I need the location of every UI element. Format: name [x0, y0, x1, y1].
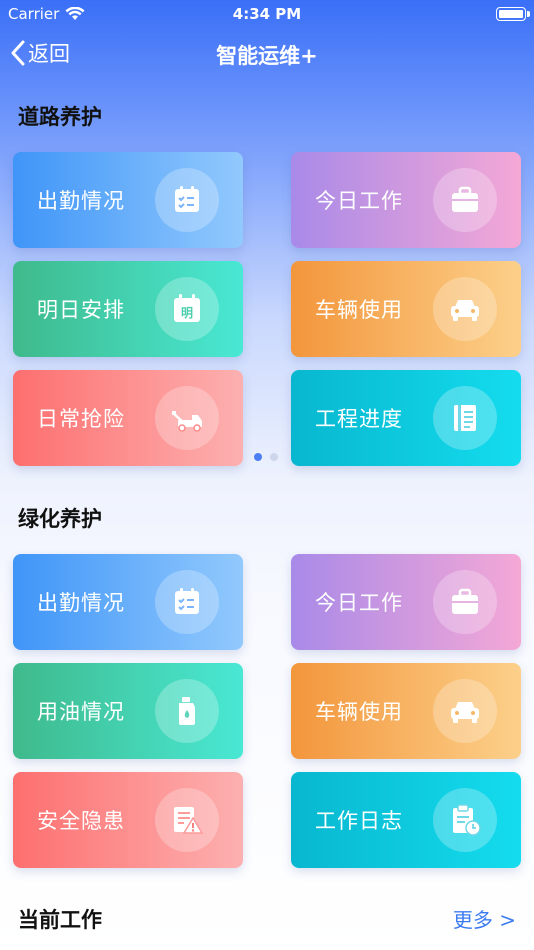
- page-dot[interactable]: [270, 453, 278, 461]
- card-label: 车辆使用: [315, 298, 403, 322]
- card-label: 工作日志: [315, 809, 403, 833]
- green-card-safety-hazard[interactable]: 安全隐患: [13, 772, 243, 868]
- green-card-attendance[interactable]: 出勤情况: [13, 554, 243, 650]
- car-icon: [433, 679, 497, 743]
- card-label: 车辆使用: [315, 700, 403, 724]
- status-time: 4:34 PM: [232, 5, 302, 23]
- page-title: 智能运维+: [216, 44, 318, 68]
- green-card-work-log[interactable]: 工作日志: [291, 772, 521, 868]
- road-card-emergency[interactable]: 日常抢险: [13, 370, 243, 466]
- clipboard-clock-icon: [433, 788, 497, 852]
- card-label: 今日工作: [315, 591, 403, 615]
- card-label: 出勤情况: [37, 591, 125, 615]
- car-icon: [433, 277, 497, 341]
- attendance-icon: [155, 168, 219, 232]
- green-card-vehicle-use[interactable]: 车辆使用: [291, 663, 521, 759]
- nav-bar: 返回 智能运维+: [0, 28, 534, 80]
- attendance-icon: [155, 570, 219, 634]
- card-label: 今日工作: [315, 189, 403, 213]
- card-label: 日常抢险: [37, 407, 125, 431]
- tow-truck-icon: [155, 386, 219, 450]
- green-card-fuel-use[interactable]: 用油情况: [13, 663, 243, 759]
- green-card-today-work[interactable]: 今日工作: [291, 554, 521, 650]
- road-card-today-work[interactable]: 今日工作: [291, 152, 521, 248]
- page-indicator[interactable]: [254, 453, 278, 461]
- section-title-greening: 绿化养护: [18, 507, 102, 531]
- section-title-road: 道路养护: [18, 105, 102, 129]
- road-card-progress[interactable]: 工程进度: [291, 370, 521, 466]
- battery-icon: [496, 7, 526, 21]
- document-icon: [433, 386, 497, 450]
- road-card-attendance[interactable]: 出勤情况: [13, 152, 243, 248]
- fuel-bottle-icon: [155, 679, 219, 743]
- more-link[interactable]: 更多 >: [453, 904, 516, 933]
- card-label: 出勤情况: [37, 189, 125, 213]
- card-label: 工程进度: [315, 407, 403, 431]
- calendar-icon-text: 明: [181, 306, 193, 320]
- briefcase-icon: [433, 570, 497, 634]
- road-card-vehicle-use[interactable]: 车辆使用: [291, 261, 521, 357]
- battery-tip: [527, 11, 530, 17]
- calendar-icon: 明: [155, 277, 219, 341]
- section-title-current-work: 当前工作: [18, 908, 102, 932]
- page-dot[interactable]: [254, 453, 262, 461]
- road-card-tomorrow-plan[interactable]: 明日安排 明: [13, 261, 243, 357]
- card-label: 明日安排: [37, 298, 125, 322]
- card-label: 安全隐患: [37, 809, 125, 833]
- briefcase-icon: [433, 168, 497, 232]
- card-label: 用油情况: [37, 700, 125, 724]
- status-bar: Carrier 4:34 PM: [0, 0, 534, 28]
- warning-document-icon: [155, 788, 219, 852]
